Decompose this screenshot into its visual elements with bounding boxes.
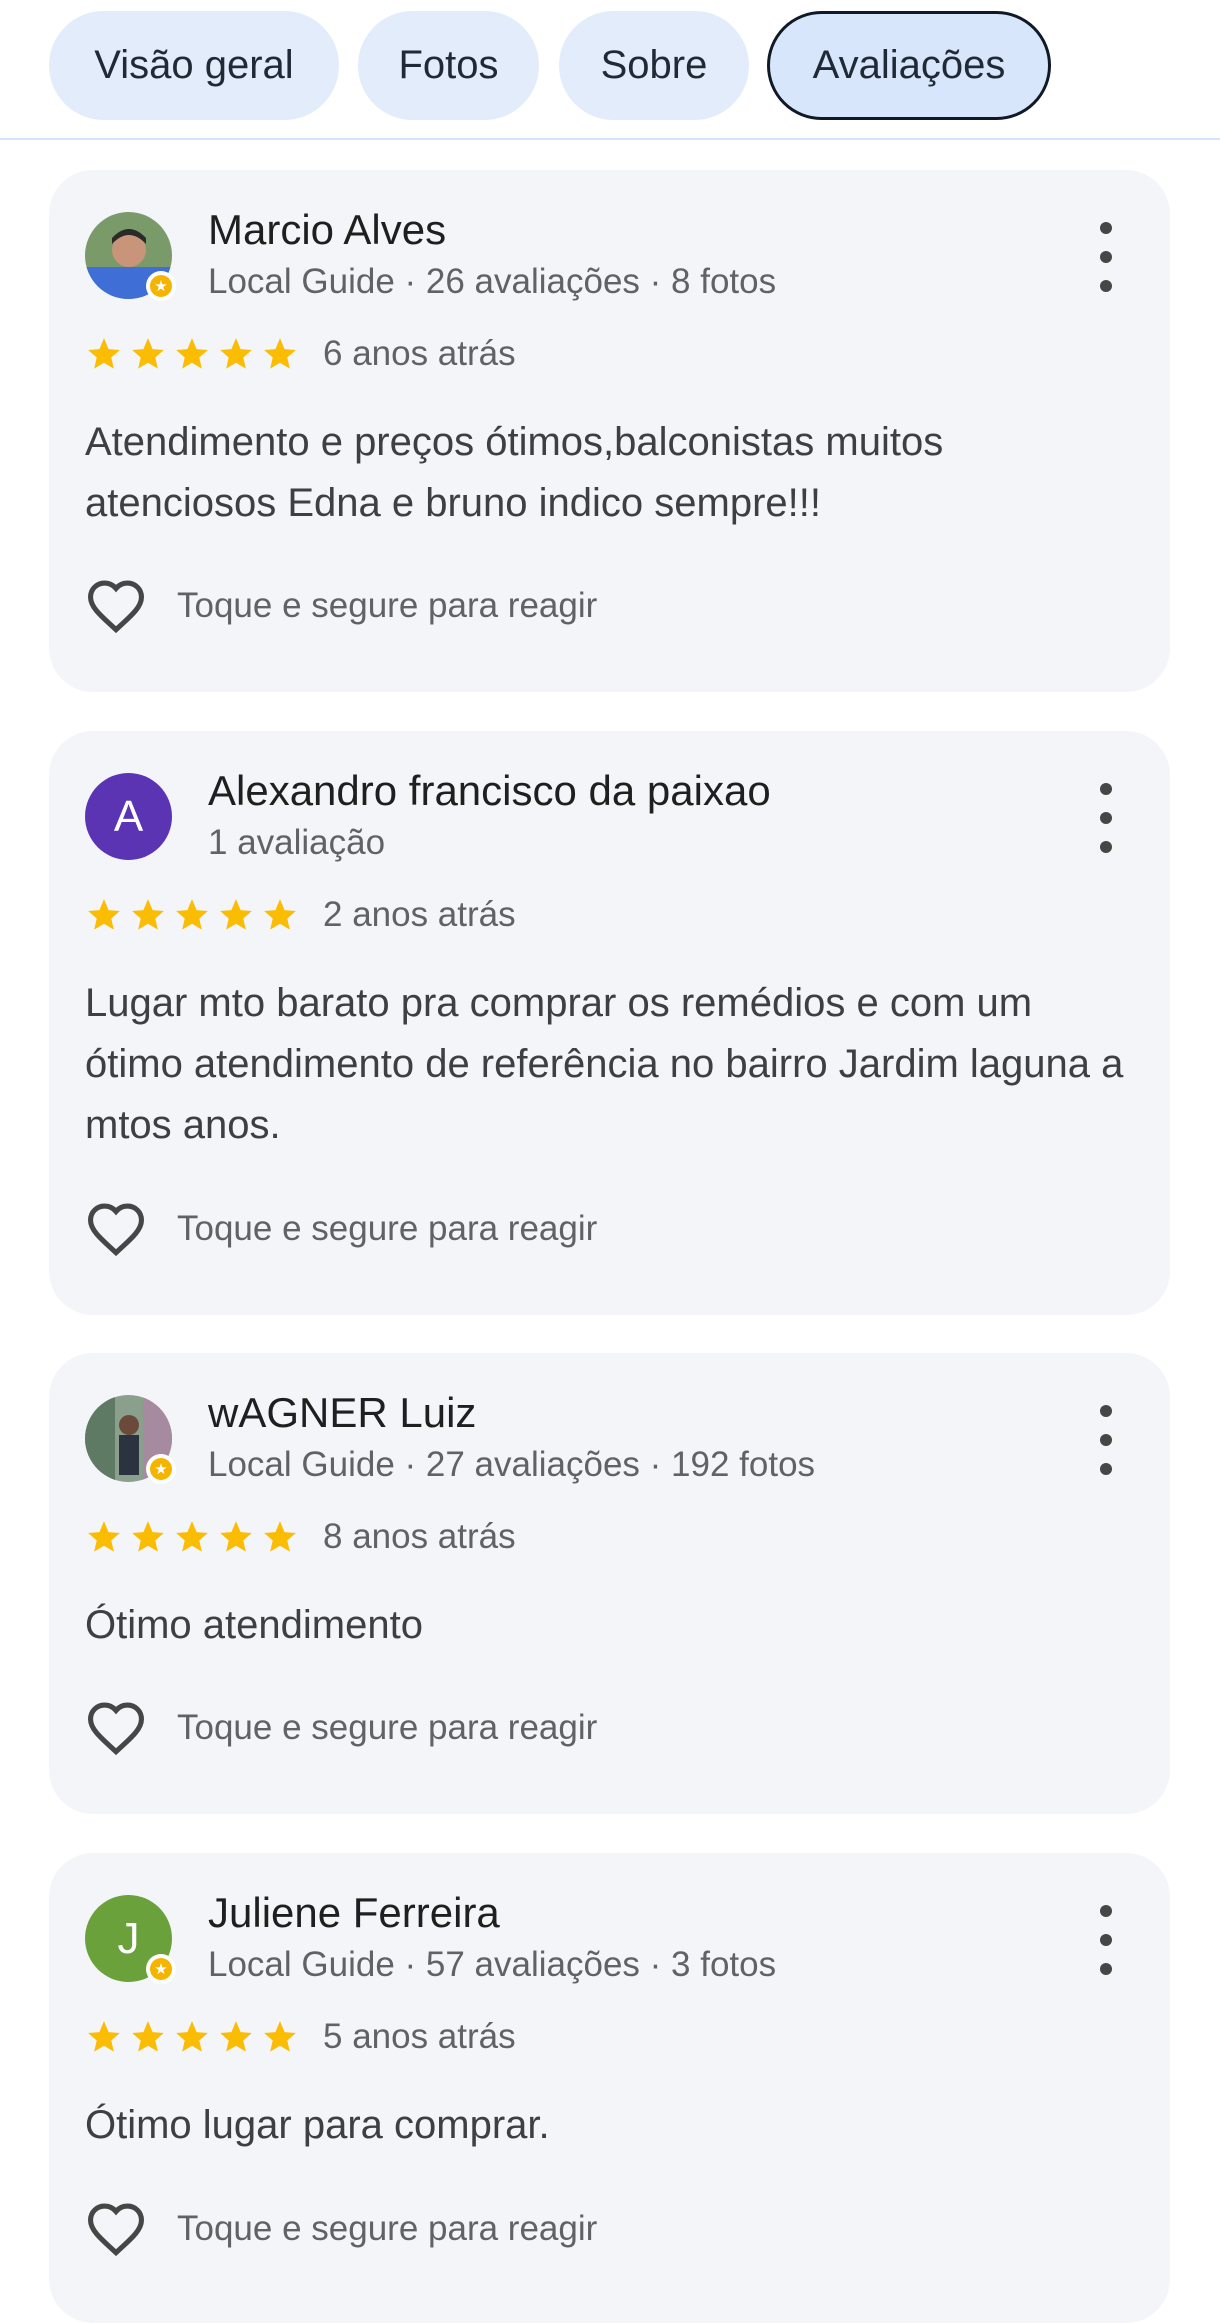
tab-visao-geral[interactable]: Visão geral (49, 11, 339, 120)
review-text: Lugar mto barato pra comprar os remédios… (85, 981, 1124, 1147)
tab-bar: Visão geral Fotos Sobre Avaliações (0, 0, 1220, 140)
more-options-button[interactable] (1086, 222, 1126, 292)
rating-row: 6 anos atrás (85, 334, 516, 374)
review-date: 8 anos atrás (323, 1517, 516, 1556)
react-label: Toque e segure para reagir (177, 2209, 598, 2248)
more-options-button[interactable] (1086, 1405, 1126, 1475)
star-icon (176, 899, 208, 930)
star-icon (132, 338, 164, 369)
avatar-letter: A (85, 773, 172, 860)
reviewer-meta: 1 avaliação (208, 823, 386, 862)
star-icon (264, 1521, 296, 1552)
rating-row: 8 anos atrás (85, 1517, 516, 1557)
heart-icon (87, 1702, 145, 1756)
reviewer-meta: Local Guide · 26 avaliações · 8 fotos (208, 262, 777, 301)
star-rating (85, 1518, 299, 1556)
react-button[interactable]: Toque e segure para reagir (85, 2201, 597, 2257)
review-date: 2 anos atrás (323, 895, 516, 934)
star-icon (176, 338, 208, 369)
react-button[interactable]: Toque e segure para reagir (85, 1201, 597, 1257)
tab-avaliacoes[interactable]: Avaliações (767, 11, 1051, 120)
star-icon (220, 1521, 252, 1552)
review-card: ★ wAGNER Luiz Local Guide · 27 avaliaçõe… (49, 1353, 1170, 1814)
heart-icon (87, 2203, 145, 2257)
rating-row: 5 anos atrás (85, 2017, 516, 2057)
more-options-button[interactable] (1086, 1905, 1126, 1975)
star-icon (88, 899, 120, 930)
heart-icon (87, 580, 145, 634)
avatar[interactable]: ★ (85, 212, 176, 301)
rating-row: 2 anos atrás (85, 895, 516, 935)
avatar[interactable]: ★ (85, 1395, 176, 1484)
star-icon (220, 2021, 252, 2052)
star-rating (85, 2018, 299, 2056)
review-date: 5 anos atrás (323, 2017, 516, 2056)
reviewer-meta: Local Guide · 27 avaliações · 192 fotos (208, 1445, 816, 1484)
reviewer-meta: Local Guide · 57 avaliações · 3 fotos (208, 1945, 777, 1984)
star-icon (264, 2021, 296, 2052)
reviewer-name[interactable]: wAGNER Luiz (208, 1389, 476, 1437)
review-card: A Alexandro francisco da paixao 1 avalia… (49, 731, 1170, 1315)
react-label: Toque e segure para reagir (177, 1708, 598, 1747)
star-icon (132, 899, 164, 930)
react-button[interactable]: Toque e segure para reagir (85, 1700, 597, 1756)
star-rating (85, 335, 299, 373)
avatar[interactable]: A (85, 773, 172, 860)
reviewer-name[interactable]: Marcio Alves (208, 206, 446, 254)
review-text: Atendimento e preços ótimos,balconistas … (85, 420, 944, 525)
react-label: Toque e segure para reagir (177, 586, 598, 625)
star-icon (176, 2021, 208, 2052)
react-label: Toque e segure para reagir (177, 1209, 598, 1248)
avatar[interactable]: J ★ (85, 1895, 176, 1984)
more-options-button[interactable] (1086, 783, 1126, 853)
star-icon (88, 1521, 120, 1552)
review-card: J ★ Juliene Ferreira Local Guide · 57 av… (49, 1853, 1170, 2323)
star-icon (88, 338, 120, 369)
heart-icon (87, 1203, 145, 1257)
star-icon (220, 338, 252, 369)
review-date: 6 anos atrás (323, 334, 516, 373)
local-guide-badge-icon: ★ (146, 1454, 176, 1484)
tab-fotos[interactable]: Fotos (358, 11, 539, 120)
review-text: Ótimo lugar para comprar. (85, 2103, 550, 2147)
react-button[interactable]: Toque e segure para reagir (85, 578, 597, 634)
local-guide-badge-icon: ★ (146, 1954, 176, 1984)
review-text: Ótimo atendimento (85, 1603, 423, 1647)
star-icon (176, 1521, 208, 1552)
star-rating (85, 896, 299, 934)
tab-sobre[interactable]: Sobre (559, 11, 749, 120)
star-icon (220, 899, 252, 930)
reviewer-name[interactable]: Juliene Ferreira (208, 1889, 500, 1937)
star-icon (132, 1521, 164, 1552)
star-icon (88, 2021, 120, 2052)
local-guide-badge-icon: ★ (146, 271, 176, 301)
star-icon (132, 2021, 164, 2052)
reviewer-name[interactable]: Alexandro francisco da paixao (208, 767, 771, 815)
star-icon (264, 338, 296, 369)
star-icon (264, 899, 296, 930)
review-card: ★ Marcio Alves Local Guide · 26 avaliaçõ… (49, 170, 1170, 692)
